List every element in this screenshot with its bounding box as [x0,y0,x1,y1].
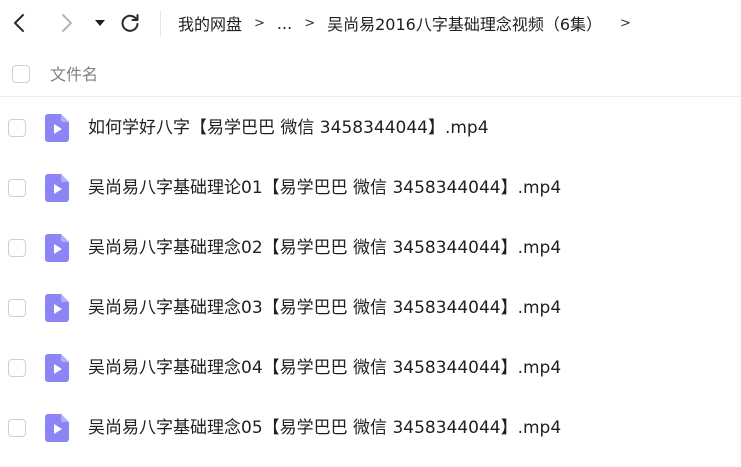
breadcrumb-root[interactable]: 我的网盘 [178,11,242,35]
file-name[interactable]: 如何学好八字【易学巴巴 微信 3458344044】.mp4 [88,98,489,158]
caret-down-icon [95,20,105,26]
file-checkbox[interactable] [8,239,26,257]
refresh-icon [121,14,139,32]
video-file-icon [45,414,69,442]
breadcrumb-ellipsis[interactable]: ... [277,14,292,33]
file-name[interactable]: 吴尚易八字基础理念05【易学巴巴 微信 3458344044】.mp4 [88,398,561,458]
file-checkbox[interactable] [8,299,26,317]
navigation-toolbar: 我的网盘 > ... > 吴尚易2016八字基础理念视频（6集） > [0,0,741,46]
chevron-left-icon [14,14,24,32]
video-file-icon [45,114,69,142]
breadcrumb: 我的网盘 > ... > 吴尚易2016八字基础理念视频（6集） > [178,0,631,46]
breadcrumb-separator[interactable]: > [620,16,631,31]
file-checkbox[interactable] [8,179,26,197]
back-button[interactable] [6,10,32,36]
file-checkbox[interactable] [8,119,26,137]
file-row[interactable]: 吴尚易八字基础理论01【易学巴巴 微信 3458344044】.mp4 [0,158,741,218]
file-list: 如何学好八字【易学巴巴 微信 3458344044】.mp4 吴尚易八字基础理论0… [0,98,741,458]
video-file-icon [45,294,69,322]
file-name[interactable]: 吴尚易八字基础理念02【易学巴巴 微信 3458344044】.mp4 [88,218,561,278]
file-name[interactable]: 吴尚易八字基础理念04【易学巴巴 微信 3458344044】.mp4 [88,338,561,398]
breadcrumb-separator: > [304,15,316,31]
file-row[interactable]: 吴尚易八字基础理念02【易学巴巴 微信 3458344044】.mp4 [0,218,741,278]
file-row[interactable]: 如何学好八字【易学巴巴 微信 3458344044】.mp4 [0,98,741,158]
chevron-right-icon [62,14,72,32]
breadcrumb-current-folder: 吴尚易2016八字基础理念视频（6集） [327,15,602,34]
file-name[interactable]: 吴尚易八字基础理念03【易学巴巴 微信 3458344044】.mp4 [88,278,561,338]
file-checkbox[interactable] [8,419,26,437]
file-row[interactable]: 吴尚易八字基础理念03【易学巴巴 微信 3458344044】.mp4 [0,278,741,338]
forward-button[interactable] [54,10,80,36]
refresh-button[interactable] [116,10,144,36]
file-row[interactable]: 吴尚易八字基础理念05【易学巴巴 微信 3458344044】.mp4 [0,398,741,458]
video-file-icon [45,234,69,262]
file-checkbox[interactable] [8,359,26,377]
toolbar-divider [160,10,161,36]
video-file-icon [45,354,69,382]
select-all-checkbox[interactable] [12,65,30,83]
file-row[interactable]: 吴尚易八字基础理念04【易学巴巴 微信 3458344044】.mp4 [0,338,741,398]
video-file-icon [45,174,69,202]
breadcrumb-separator: > [254,15,265,31]
history-dropdown-button[interactable] [90,12,110,34]
column-header-filename[interactable]: 文件名 [50,53,98,97]
list-header: 文件名 [0,53,741,97]
file-name[interactable]: 吴尚易八字基础理论01【易学巴巴 微信 3458344044】.mp4 [88,158,561,218]
